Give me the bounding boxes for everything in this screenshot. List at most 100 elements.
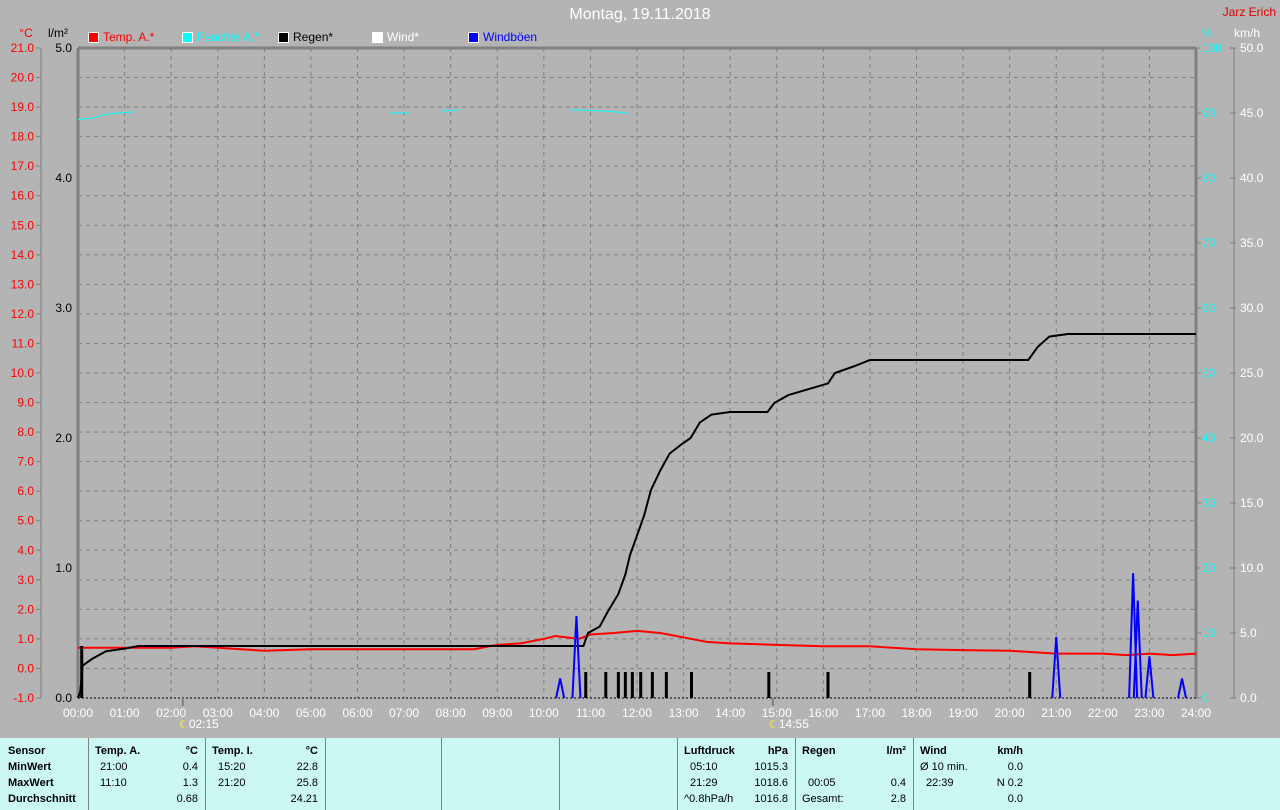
temp-tick-label: 0.0 [17, 661, 34, 675]
rain-rate-bar [80, 646, 84, 698]
humidity-segment [571, 109, 628, 114]
moon-event-icon: ☾ [769, 719, 779, 731]
wind-tick-label: 50.0 [1240, 41, 1264, 55]
weather-chart: -1.0 0.0 1.0 2.0 3.0 4.0 5.0 6.0 7.0 8.0 9.0 10.0 11… [11, 26, 1264, 731]
x-tick-label: 04:00 [249, 706, 279, 720]
wind-tick-label: 0.0 [1240, 691, 1257, 705]
rain-max-time: 00:05 [808, 777, 836, 789]
temp-a-header: Temp. A. [95, 745, 141, 757]
humidity-tick-label: 100 [1202, 41, 1222, 55]
temp-i-max-time: 21:20 [218, 777, 246, 789]
event-time-label: 02:15 [189, 717, 219, 731]
rain-rate-bar [826, 672, 830, 698]
temp-tick-label: 7.0 [17, 455, 34, 469]
temp-a-min: 0.4 [182, 761, 198, 773]
pressure-min: 1015.3 [754, 761, 788, 773]
temp-tick-label: 14.0 [11, 248, 35, 262]
x-tick-label: 01:00 [110, 706, 140, 720]
x-tick-label: 08:00 [436, 706, 466, 720]
humidity-segment [77, 111, 134, 120]
humidity-segment [441, 109, 461, 112]
rain-tick-label: 0.0 [55, 691, 72, 705]
wind-tick-label: 15.0 [1240, 496, 1264, 510]
temp-tick-label: 3.0 [17, 573, 34, 587]
pressure-trend: ^0.8hPa/h [684, 793, 734, 805]
wind-tick-label: 10.0 [1240, 561, 1264, 575]
humidity-tick-label: 20 [1202, 561, 1216, 575]
wind-avg-label: Ø 10 min. [920, 761, 968, 773]
x-tick-label: 00:00 [63, 706, 93, 720]
pressure-unit: hPa [767, 745, 788, 757]
temp-tick-label: 8.0 [17, 425, 34, 439]
x-tick-label: 21:00 [1041, 706, 1071, 720]
x-tick-label: 10:00 [529, 706, 559, 720]
x-tick-label: 18:00 [901, 706, 931, 720]
event-time-label: 14:55 [779, 717, 809, 731]
temp-tick-label: 21.0 [11, 41, 35, 55]
wind-gust-spike [1177, 678, 1188, 699]
wind-gust-spike [571, 616, 582, 699]
x-tick-label: 20:00 [995, 706, 1025, 720]
temp-i-min-time: 15:20 [218, 761, 246, 773]
temp-tick-label: 12.0 [11, 307, 35, 321]
x-tick-label: 19:00 [948, 706, 978, 720]
rain-rate-bar [664, 672, 668, 698]
rain-axis-unit: l/m² [48, 26, 68, 40]
wind-gust-spike [555, 678, 566, 699]
temp-tick-label: 20.0 [11, 71, 35, 85]
temp-i-max: 25.8 [296, 777, 318, 789]
x-tick-label: 12:00 [622, 706, 652, 720]
rain-rate-bar [584, 672, 588, 698]
wind-current: 0.0 [1007, 793, 1023, 805]
wind-header: Wind [920, 745, 947, 757]
wind-max-time: 22:39 [926, 777, 954, 789]
temp-tick-label: 16.0 [11, 189, 35, 203]
humidity-tick-label: 90 [1202, 106, 1216, 120]
temp-tick-label: 1.0 [17, 632, 34, 646]
humidity-tick-label: 0 [1202, 691, 1209, 705]
humidity-tick-label: 10 [1202, 626, 1216, 640]
rain-rate-bar [639, 672, 643, 698]
temp-tick-label: 4.0 [17, 543, 34, 557]
temp-tick-label: 17.0 [11, 159, 35, 173]
temp-axis-unit: °C [19, 26, 33, 40]
wind-max: N 0.2 [996, 777, 1023, 789]
sensor-header: Sensor [8, 745, 46, 757]
rain-tick-label: 4.0 [55, 171, 72, 185]
wind-tick-label: 35.0 [1240, 236, 1264, 250]
x-tick-label: 06:00 [342, 706, 372, 720]
temp-tick-label: 10.0 [11, 366, 35, 380]
x-tick-label: 05:00 [296, 706, 326, 720]
temp-tick-label: 5.0 [17, 514, 34, 528]
wind-tick-label: 40.0 [1240, 171, 1264, 185]
pressure-header: Luftdruck [684, 745, 735, 757]
temp-tick-label: 11.0 [12, 336, 35, 350]
pressure-max-time: 21:29 [690, 777, 718, 789]
rain-rate-bar [604, 672, 608, 698]
wind-tick-label: 30.0 [1240, 301, 1264, 315]
wind-avg: 0.0 [1007, 761, 1023, 773]
rain-rate-bar [767, 672, 771, 698]
rain-tick-label: 3.0 [55, 301, 72, 315]
rain-total: 2.8 [890, 793, 906, 805]
temp-i-min: 22.8 [296, 761, 318, 773]
row-max-label: MaxWert [8, 777, 54, 789]
rain-rate-bar [1028, 672, 1032, 698]
rain-rate-bar [630, 672, 634, 698]
rain-rate-bar [616, 672, 620, 698]
temp-a-avg: 0.68 [176, 793, 198, 805]
humidity-axis-unit: % [1202, 26, 1213, 40]
rain-unit: l/m² [886, 745, 906, 757]
row-avg-label: Durchschnitt [8, 793, 76, 805]
temp-tick-label: 19.0 [11, 100, 35, 114]
humidity-tick-label: 70 [1202, 236, 1216, 250]
temp-i-unit: °C [305, 745, 318, 757]
temp-a-max-time: 11:10 [100, 777, 127, 789]
temp-tick-label: 6.0 [17, 484, 34, 498]
wind-unit: km/h [997, 745, 1023, 757]
stats-panel: Sensor MinWert MaxWert Durchschnitt Temp… [0, 738, 1280, 810]
temp-i-avg: 24.21 [290, 793, 318, 805]
x-tick-label: 09:00 [482, 706, 512, 720]
rain-total-label: Gesamt: [802, 793, 844, 805]
humidity-tick-label: 60 [1202, 301, 1216, 315]
